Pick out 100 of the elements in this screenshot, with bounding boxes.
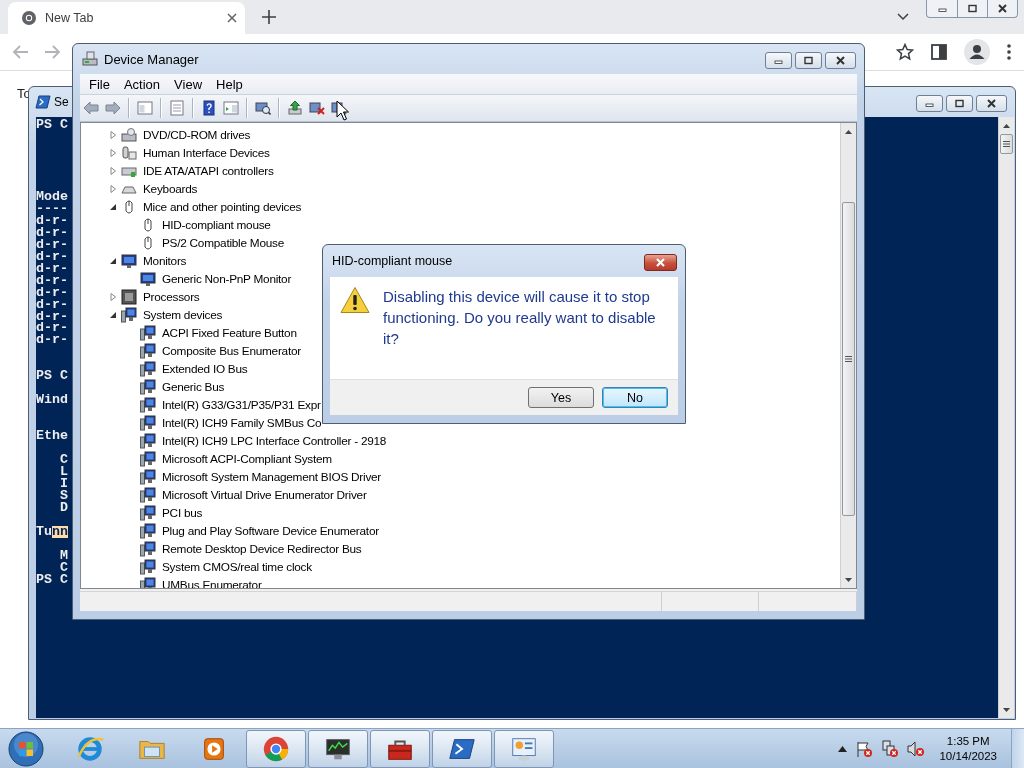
console-line: C	[59, 454, 68, 467]
network-alert-icon[interactable]	[881, 739, 900, 758]
menu-icon[interactable]	[1006, 43, 1012, 61]
console-line: PS C	[36, 370, 68, 383]
tree-item[interactable]: Microsoft ACPI-Compliant System	[162, 452, 332, 466]
computer-icon	[140, 451, 156, 467]
tree-item[interactable]: ACPI Fixed Feature Button	[162, 326, 297, 340]
dialog-message: Disabling this device will cause it to stop functioning. Do you really want to disable it?	[383, 287, 657, 349]
speaker-muted-icon[interactable]	[907, 739, 926, 758]
tree-item[interactable]: IDE ATA/ATAPI controllers	[143, 164, 274, 178]
tree-item[interactable]: System devices	[143, 308, 223, 322]
bookmark-star-icon[interactable]	[896, 43, 914, 61]
expand-arrow-icon[interactable]	[109, 167, 117, 175]
tree-item[interactable]: System CMOS/real time clock	[162, 560, 312, 574]
scrollbar[interactable]	[998, 117, 1014, 718]
forward-arrow-icon[interactable]	[105, 100, 121, 116]
taskbar-button[interactable]	[308, 729, 368, 768]
close-icon[interactable]	[227, 13, 237, 23]
action-pane-icon[interactable]	[223, 100, 239, 116]
scroll-up-icon[interactable]	[1003, 123, 1010, 128]
tree-item[interactable]: HID-compliant mouse	[162, 218, 271, 232]
tree-item[interactable]: Microsoft System Management BIOS Driver	[162, 470, 382, 484]
taskbar-button[interactable]	[370, 729, 430, 768]
scroll-grip-icon	[845, 356, 852, 363]
close-icon	[986, 99, 997, 108]
collapse-arrow-icon[interactable]	[109, 257, 117, 265]
maximize-button[interactable]	[795, 52, 822, 69]
tree-item[interactable]: Remote Desktop Device Redirector Bus	[162, 542, 362, 556]
tree-item[interactable]: Mice and other pointing devices	[143, 200, 302, 214]
console-line: d-r-	[36, 262, 68, 275]
tree-item[interactable]: Intel(R) ICH9 Family SMBus Co	[162, 416, 322, 430]
scroll-up-icon[interactable]	[845, 129, 852, 134]
computer-icon	[140, 325, 156, 341]
tree-item[interactable]: DVD/CD-ROM drives	[143, 128, 251, 142]
scrollbar[interactable]	[840, 123, 856, 588]
computer-icon	[140, 505, 156, 521]
side-panel-icon[interactable]	[930, 43, 948, 61]
computer-icon	[140, 361, 156, 377]
menu-item[interactable]: File	[82, 76, 117, 92]
close-button[interactable]	[825, 52, 856, 69]
monitor-icon	[121, 253, 137, 269]
maximize-icon	[954, 99, 965, 108]
cancel-button[interactable]: No	[602, 387, 668, 408]
scan-hardware-icon[interactable]	[255, 100, 271, 116]
computer-icon	[140, 487, 156, 503]
console-line: Tu	[36, 525, 52, 538]
maximize-button[interactable]	[946, 95, 973, 112]
uninstall-icon[interactable]	[309, 100, 325, 116]
computer-icon	[140, 541, 156, 557]
avatar-icon[interactable]	[964, 39, 990, 65]
restore-icon	[967, 4, 978, 13]
help-icon[interactable]	[201, 100, 217, 116]
tray-caret-icon[interactable]	[838, 745, 848, 752]
close-button[interactable]	[644, 254, 677, 271]
confirm-button[interactable]: Yes	[528, 387, 594, 408]
tree-item[interactable]: Extended IO Bus	[162, 362, 248, 376]
expand-arrow-icon[interactable]	[109, 185, 117, 193]
tree-item[interactable]: Keyboards	[143, 182, 198, 196]
close-button[interactable]	[976, 95, 1007, 112]
computer-icon	[140, 469, 156, 485]
tree-item[interactable]: PS/2 Compatible Mouse	[162, 236, 284, 250]
computer-icon	[140, 523, 156, 539]
expand-arrow-icon[interactable]	[109, 149, 117, 157]
hid-device-icon	[121, 145, 137, 161]
scroll-down-icon[interactable]	[1003, 707, 1010, 712]
scroll-down-icon[interactable]	[845, 577, 852, 582]
dvd-drive-icon	[121, 127, 137, 143]
flag-alert-icon[interactable]	[855, 739, 874, 758]
minimize-button[interactable]	[765, 52, 792, 69]
expand-arrow-icon[interactable]	[109, 293, 117, 301]
tree-item[interactable]: PCI bus	[162, 506, 203, 520]
update-driver-icon[interactable]	[287, 100, 303, 116]
menu-item[interactable]: Help	[209, 76, 250, 92]
tree-item[interactable]: Monitors	[143, 254, 187, 268]
taskbar-button[interactable]	[432, 729, 492, 768]
tree-item[interactable]: Intel(R) G33/G31/P35/P31 Expr	[162, 398, 321, 412]
new-tab-icon[interactable]	[262, 10, 276, 24]
menu-item[interactable]: View	[167, 76, 210, 92]
chevron-down-icon[interactable]	[897, 13, 909, 21]
tree-item[interactable]: Microsoft Virtual Drive Enumerator Driver	[162, 488, 367, 502]
minimize-button[interactable]	[916, 95, 943, 112]
collapse-arrow-icon[interactable]	[109, 203, 117, 211]
clock[interactable]: 1:35 PM 10/14/2023	[933, 733, 1003, 764]
tree-item[interactable]: Composite Bus Enumerator	[162, 344, 301, 358]
console-line: PS C	[36, 573, 68, 586]
console-line: d-r-	[36, 310, 68, 323]
tree-item[interactable]: Generic Bus	[162, 380, 225, 394]
expand-arrow-icon[interactable]	[109, 131, 117, 139]
tree-item[interactable]: Processors	[143, 290, 200, 304]
tree-item[interactable]: Intel(R) ICH9 LPC Interface Controller - 2918	[162, 434, 387, 448]
menu-item[interactable]: Action	[116, 76, 168, 92]
console-line: d-r-	[36, 250, 68, 263]
tree-item[interactable]: Plug and Play Software Device Enumerator	[162, 524, 379, 538]
collapse-arrow-icon[interactable]	[109, 311, 117, 319]
tree-item[interactable]: Human Interface Devices	[143, 146, 270, 160]
tree-item[interactable]: Generic Non-PnP Monitor	[162, 272, 292, 286]
maximize-icon	[803, 56, 814, 65]
terminal-icon	[35, 94, 51, 110]
back-arrow-icon[interactable]	[83, 100, 99, 116]
browser-tab[interactable]: New Tab	[8, 2, 245, 34]
